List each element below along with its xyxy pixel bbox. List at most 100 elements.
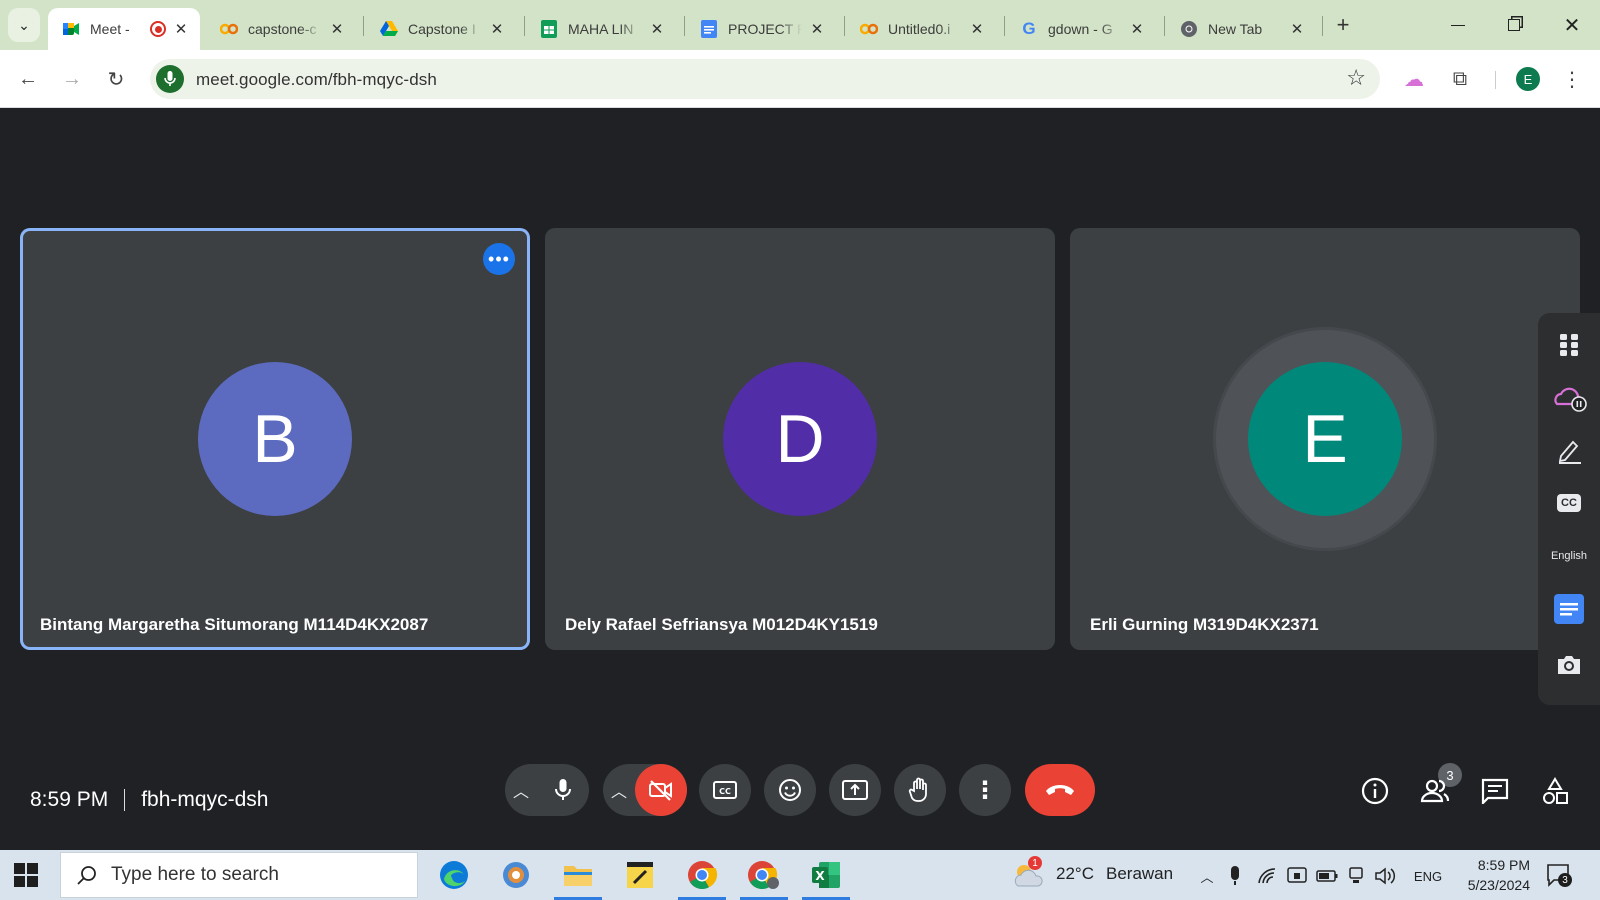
taskbar-app-sticky-notes[interactable] (610, 850, 670, 900)
tab-maha-sheets[interactable]: MAHA LIN ✕ (526, 8, 676, 50)
back-button[interactable]: ← (12, 63, 44, 95)
google-drive-icon (380, 20, 398, 38)
network-icon[interactable] (1256, 865, 1278, 887)
app-icon (503, 862, 529, 888)
notification-center-button[interactable]: 3 (1546, 863, 1572, 887)
participant-tile[interactable]: D Dely Rafael Sefriansya M012D4KY1519 (545, 228, 1055, 650)
reactions-button[interactable] (764, 764, 816, 816)
microphone-tray-icon[interactable] (1224, 865, 1246, 887)
volume-icon[interactable] (1374, 865, 1396, 887)
tab-capstone-colab[interactable]: capstone-c ✕ (206, 8, 356, 50)
camera-button[interactable] (635, 764, 687, 816)
tab-meet[interactable]: Meet - ✕ (48, 8, 200, 50)
extensions-button[interactable]: ⧉ (1444, 63, 1476, 95)
plus-icon: + (1336, 12, 1350, 37)
cc-icon: CC (1557, 494, 1581, 512)
new-tab-button[interactable]: + (1330, 12, 1356, 38)
leave-call-button[interactable] (1025, 764, 1095, 816)
caption-language[interactable]: English (1538, 536, 1600, 576)
browser-menu-button[interactable]: ⋮ (1556, 63, 1588, 95)
puzzle-icon: ⧉ (1452, 67, 1468, 90)
arrow-right-icon: → (62, 67, 82, 90)
start-button[interactable] (14, 863, 38, 887)
close-tab-icon[interactable]: ✕ (488, 20, 506, 38)
tab-capstone-drive[interactable]: Capstone I ✕ (366, 8, 516, 50)
info-icon (1361, 777, 1389, 805)
captions-toggle[interactable]: CC (1538, 483, 1600, 523)
tab-gdown-google[interactable]: G gdown - G ✕ (1006, 8, 1156, 50)
site-info-button[interactable] (156, 65, 184, 93)
reload-button[interactable]: ↻ (100, 63, 132, 95)
closed-captions-icon: CC (713, 781, 737, 799)
close-tab-icon[interactable]: ✕ (808, 20, 826, 38)
participant-tile[interactable]: B ••• Bintang Margaretha Situmorang M114… (20, 228, 530, 650)
weather-extension-button[interactable] (1538, 377, 1600, 417)
close-tab-icon[interactable]: ✕ (328, 20, 346, 38)
grid-icon (1560, 334, 1578, 356)
google-meet-icon (62, 20, 80, 38)
address-bar[interactable]: meet.google.com/fbh-mqyc-dsh ☆ (150, 59, 1380, 99)
taskbar-app-edge[interactable] (424, 850, 484, 900)
chrome-profile-icon (748, 861, 779, 890)
clock-time: 8:59 PM (1477, 857, 1530, 873)
colab-icon (220, 20, 238, 38)
tab-untitled-colab[interactable]: Untitled0.i ✕ (846, 8, 996, 50)
taskbar-app-chrome[interactable] (672, 850, 732, 900)
people-button[interactable] (1420, 776, 1450, 806)
chrome-icon (688, 861, 718, 890)
input-language-button[interactable]: ENG (1410, 865, 1446, 887)
hand-icon (908, 777, 927, 802)
transcript-button[interactable] (1538, 589, 1600, 629)
taskbar-app-excel[interactable]: X (796, 850, 856, 900)
taskbar-app-file-explorer[interactable] (548, 850, 608, 900)
participant-name: Dely Rafael Sefriansya M012D4KY1519 (565, 615, 878, 634)
microphone-icon (555, 779, 571, 800)
minimize-button[interactable] (1430, 0, 1486, 50)
taskbar-app-chrome-profile[interactable] (734, 850, 794, 900)
chat-button[interactable] (1480, 776, 1510, 806)
end-call-icon (1046, 785, 1074, 795)
google-icon: G (1022, 19, 1036, 38)
apps-grid-button[interactable] (1538, 325, 1600, 365)
participant-name: Erli Gurning M319D4KX2371 (1090, 615, 1319, 634)
activities-button[interactable] (1540, 776, 1570, 806)
forward-button[interactable]: → (56, 63, 88, 95)
tab-search-button[interactable]: ⌄ (8, 8, 40, 42)
taskbar-search-box[interactable]: Type here to search (60, 852, 418, 898)
raise-hand-button[interactable] (894, 764, 946, 816)
taskbar-app-photos[interactable] (486, 850, 546, 900)
tab-project-docs[interactable]: PROJECT P ✕ (686, 8, 836, 50)
bookmark-star-icon[interactable]: ☆ (1346, 67, 1366, 89)
close-tab-icon[interactable]: ✕ (1128, 20, 1146, 38)
extension-button[interactable]: ☁ (1398, 63, 1430, 95)
meet-stage: B ••• Bintang Margaretha Situmorang M114… (0, 108, 1600, 850)
captions-button[interactable]: CC (699, 764, 751, 816)
participant-tile[interactable]: E Erli Gurning M319D4KX2371 (1070, 228, 1580, 650)
tab-new-tab[interactable]: New Tab ✕ (1166, 8, 1316, 50)
present-screen-button[interactable] (829, 764, 881, 816)
display-tray-icon[interactable] (1345, 865, 1367, 887)
system-clock[interactable]: 8:59 PM 5/23/2024 (1448, 855, 1530, 895)
profile-avatar[interactable]: E (1516, 67, 1540, 91)
battery-icon[interactable] (1316, 865, 1338, 887)
close-tab-icon[interactable]: ✕ (968, 20, 986, 38)
security-tray-icon[interactable] (1286, 865, 1308, 887)
reload-icon: ↻ (107, 68, 125, 91)
screenshot-button[interactable] (1538, 645, 1600, 685)
meeting-details-button[interactable] (1360, 776, 1390, 806)
annotate-button[interactable] (1538, 430, 1600, 470)
show-hidden-icons-button[interactable]: ︿ (1196, 865, 1218, 887)
close-tab-icon[interactable]: ✕ (648, 20, 666, 38)
video-settings-button[interactable]: ︿ (603, 764, 635, 816)
close-window-button[interactable]: ✕ (1544, 0, 1600, 50)
tab-title: Capstone I (408, 21, 476, 37)
avatar: B (198, 362, 352, 516)
participant-options-button[interactable]: ••• (483, 243, 515, 275)
close-tab-icon[interactable]: ✕ (1288, 20, 1306, 38)
close-tab-icon[interactable]: ✕ (172, 20, 190, 38)
microphone-button[interactable] (537, 764, 589, 816)
restore-button[interactable] (1486, 0, 1542, 50)
audio-settings-button[interactable]: ︿ (505, 764, 537, 816)
more-options-button[interactable]: ⋮ (959, 764, 1011, 816)
weather-widget[interactable]: 1 22°C Berawan (1012, 856, 1173, 888)
